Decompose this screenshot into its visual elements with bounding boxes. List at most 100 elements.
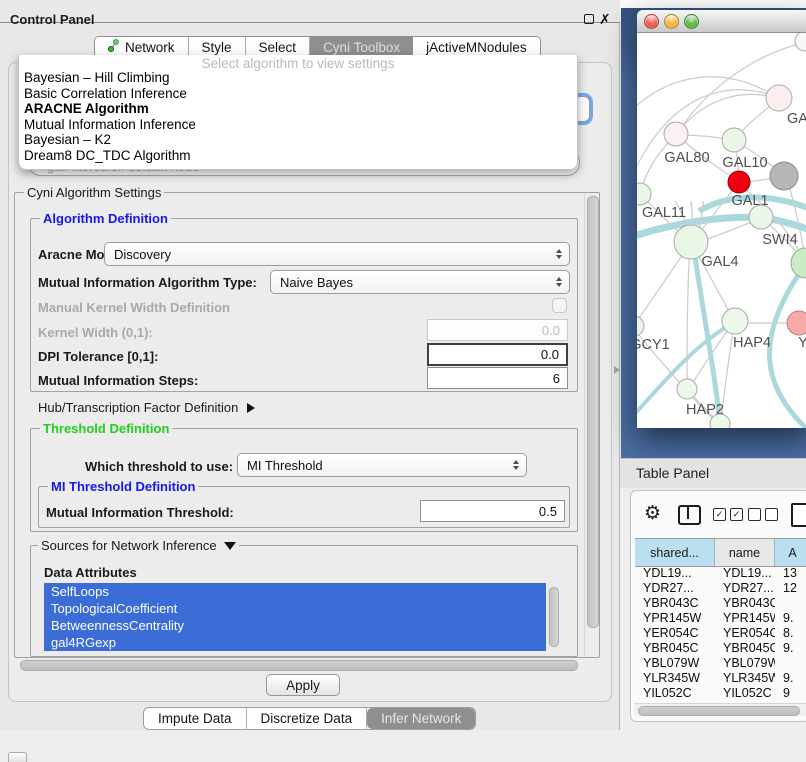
settings-horizontal-scrollbar-thumb[interactable] (20, 660, 578, 671)
network-edge[interactable] (687, 245, 690, 387)
algorithm-option[interactable]: Bayesian – K2 (19, 132, 577, 148)
application-root: Control Panel ✗ NetworkStyleSelectCyni T… (0, 0, 806, 762)
kernel-width-label: Kernel Width (0,1): (38, 325, 153, 340)
network-node-hap4[interactable] (722, 308, 748, 334)
settings-vertical-scrollbar-thumb[interactable] (587, 196, 599, 628)
column-header-shared[interactable]: shared... (635, 539, 715, 566)
attribute-item[interactable]: gal4RGexp (44, 634, 546, 651)
table-toolbar: ⚙ ✓✓ (631, 501, 806, 531)
network-node-gcy1[interactable] (637, 316, 644, 336)
attributes-list-scrollbar-thumb[interactable] (549, 587, 559, 647)
settings-horizontal-scrollbar[interactable] (16, 658, 584, 671)
attribute-item[interactable]: BetweennessCentrality (44, 617, 546, 634)
table-horizontal-scrollbar[interactable] (634, 703, 806, 716)
cyni-algorithm-settings-title: Cyni Algorithm Settings (24, 185, 164, 200)
mi-steps-field[interactable]: 6 (427, 367, 568, 389)
table-cell: YIL052C (635, 686, 715, 701)
tab-discretize-data[interactable]: Discretize Data (247, 708, 368, 729)
table-row[interactable]: YBL079WYBL079W (635, 656, 806, 671)
aracne-mode-select[interactable]: Discovery (104, 242, 570, 266)
hub-definition-label: Hub/Transcription Factor Definition (38, 400, 238, 415)
table-cell: YPR145W (635, 611, 715, 626)
table-row[interactable]: YPR145WYPR145W9. (635, 611, 806, 626)
tab-infer-network[interactable]: Infer Network (367, 708, 475, 729)
which-threshold-select[interactable]: MI Threshold (237, 453, 527, 477)
mi-algorithm-type-select[interactable]: Naive Bayes (270, 270, 570, 294)
algorithm-dropdown-placeholder: Select algorithm to view settings (19, 55, 577, 70)
zoom-window-icon[interactable] (684, 14, 699, 29)
table-row[interactable]: YDR27...YDR27...12 (635, 581, 806, 596)
network-node[interactable] (770, 162, 798, 190)
kernel-width-field[interactable]: 0.0 (427, 319, 568, 341)
column-header-A[interactable]: A (775, 539, 806, 566)
close-icon[interactable]: ✗ (599, 10, 611, 28)
attribute-item[interactable]: TopologicalCoefficient (44, 600, 546, 617)
table-row[interactable]: YBR045CYBR045C9. (635, 641, 806, 656)
table-cell: YBR045C (635, 641, 715, 656)
algorithm-option[interactable]: Dream8 DC_TDC Algorithm (19, 148, 577, 164)
settings-gear-icon[interactable]: ⚙ (644, 502, 661, 526)
mi-threshold-field[interactable]: 0.5 (420, 500, 565, 522)
settings-vertical-scrollbar[interactable] (584, 194, 598, 656)
bottom-left-grip-icon[interactable] (8, 752, 27, 762)
network-window-titlebar[interactable] (637, 10, 806, 33)
network-edge[interactable] (637, 245, 689, 324)
network-canvas[interactable]: GALGAL80GAL10GAL1GAL11SWI4GAL4GCY1HAP4YH… (637, 33, 806, 428)
algorithm-option[interactable]: Bayesian – Hill Climbing (19, 70, 577, 86)
hub-definition-expander[interactable]: Hub/Transcription Factor Definition (38, 400, 255, 415)
checked-columns-icon[interactable]: ✓✓ (713, 508, 743, 521)
table-cell: 9. (775, 671, 806, 686)
network-node-y[interactable] (787, 311, 806, 335)
tab-style[interactable]: Style (189, 37, 246, 57)
network-view-window[interactable]: GALGAL80GAL10GAL1GAL11SWI4GAL4GCY1HAP4YH… (637, 10, 806, 428)
table-row[interactable]: YDL19...YDL19...13 (635, 566, 806, 581)
attributes-list-scrollbar[interactable] (548, 585, 559, 649)
close-window-icon[interactable] (644, 14, 659, 29)
column-header-name[interactable]: name (715, 539, 775, 566)
split-column-icon[interactable] (678, 505, 701, 525)
table-row[interactable]: YIL052CYIL052C9 (635, 686, 806, 701)
network-node-gal[interactable] (766, 85, 792, 111)
table-row[interactable]: YLR345WYLR345W9. (635, 671, 806, 686)
network-node[interactable] (791, 248, 806, 278)
tab-jactivemnodules[interactable]: jActiveMNodules (413, 37, 540, 57)
network-node-gal10[interactable] (722, 128, 746, 152)
algorithm-option[interactable]: ARACNE Algorithm (19, 101, 577, 117)
which-threshold-value: MI Threshold (247, 458, 323, 473)
network-icon (108, 39, 120, 55)
data-attributes-list[interactable]: SelfLoopsTopologicalCoefficientBetweenne… (44, 583, 546, 651)
network-node-gal1[interactable] (728, 171, 750, 193)
algorithm-option[interactable]: Basic Correlation Inference (19, 86, 577, 102)
apply-button[interactable]: Apply (266, 674, 340, 696)
node-label: GAL10 (722, 155, 767, 171)
panel-splitter-arrow[interactable] (614, 366, 620, 374)
dpi-tolerance-field[interactable]: 0.0 (427, 343, 568, 366)
cyni-mode-tabs: Impute DataDiscretize DataInfer Network (143, 707, 476, 730)
network-node-gal11[interactable] (637, 183, 651, 205)
table-cell: YBL079W (715, 656, 775, 671)
node-label: GAL80 (664, 150, 709, 166)
data-attributes-label: Data Attributes (44, 565, 137, 580)
table-row[interactable]: YBR043CYBR043C (635, 596, 806, 611)
float-window-icon[interactable] (584, 14, 594, 24)
network-edge[interactable] (678, 94, 779, 133)
tab-impute-data[interactable]: Impute Data (144, 708, 247, 729)
page-icon[interactable] (791, 503, 806, 527)
sources-expander[interactable]: Sources for Network Inference (38, 538, 239, 553)
table-row[interactable]: YER054CYER054C8. (635, 626, 806, 641)
tab-network[interactable]: Network (95, 37, 189, 57)
table-cell: YBR043C (635, 596, 715, 611)
tab-select[interactable]: Select (246, 37, 311, 57)
tab-cyni-toolbox[interactable]: Cyni Toolbox (310, 37, 413, 57)
unchecked-columns-icon[interactable] (748, 508, 778, 521)
network-node[interactable] (795, 33, 806, 51)
table-horizontal-scrollbar-thumb[interactable] (638, 706, 800, 716)
manual-kernel-width-checkbox[interactable] (552, 298, 567, 313)
algorithm-option[interactable]: Mutual Information Inference (19, 117, 577, 133)
attribute-item[interactable]: SelfLoops (44, 583, 546, 600)
table-cell (775, 596, 806, 611)
network-node-hap2[interactable] (677, 379, 697, 399)
network-node-swi4[interactable] (749, 205, 773, 229)
network-node-gal80[interactable] (664, 122, 688, 146)
minimize-window-icon[interactable] (664, 14, 679, 29)
